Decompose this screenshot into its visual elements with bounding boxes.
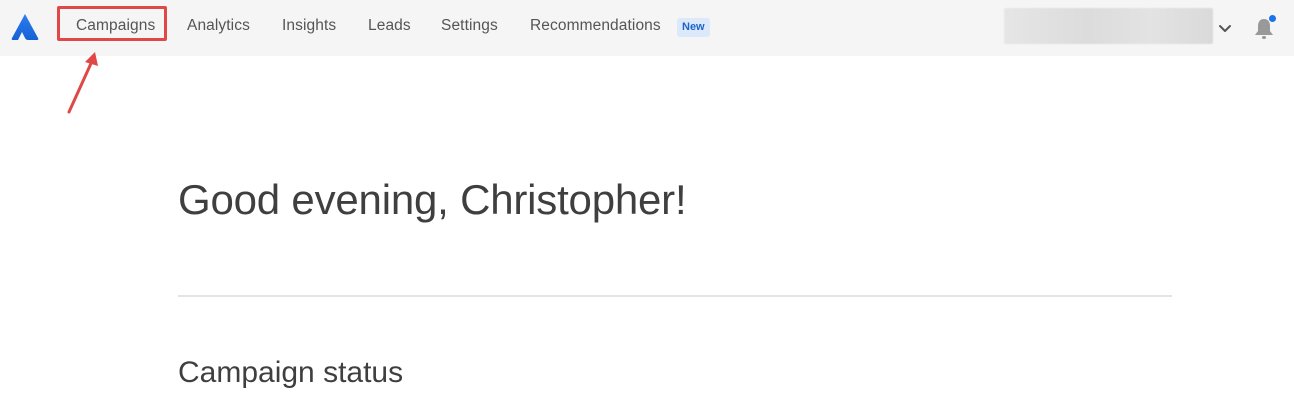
campaigns-highlight-box: [57, 6, 167, 41]
annotation-arrow: [67, 52, 98, 114]
nav-item-insights[interactable]: Insights: [282, 17, 336, 35]
logo-icon[interactable]: [10, 13, 40, 41]
chevron-down-icon[interactable]: [1217, 22, 1233, 36]
campaign-status-heading: Campaign status: [178, 356, 404, 389]
bell-icon[interactable]: [1252, 15, 1278, 41]
account-switcher[interactable]: [1004, 8, 1213, 44]
section-divider: [178, 295, 1172, 297]
new-badge: New: [677, 18, 710, 37]
greeting-heading: Good evening, Christopher!: [178, 176, 687, 223]
nav-item-settings[interactable]: Settings: [441, 17, 498, 35]
top-nav-bar: Campaigns Analytics Insights Leads Setti…: [0, 0, 1294, 56]
nav-item-analytics[interactable]: Analytics: [187, 17, 250, 35]
nav-item-recommendations[interactable]: Recommendations: [530, 17, 661, 35]
nav-item-leads[interactable]: Leads: [368, 17, 411, 35]
notification-dot: [1269, 15, 1276, 22]
